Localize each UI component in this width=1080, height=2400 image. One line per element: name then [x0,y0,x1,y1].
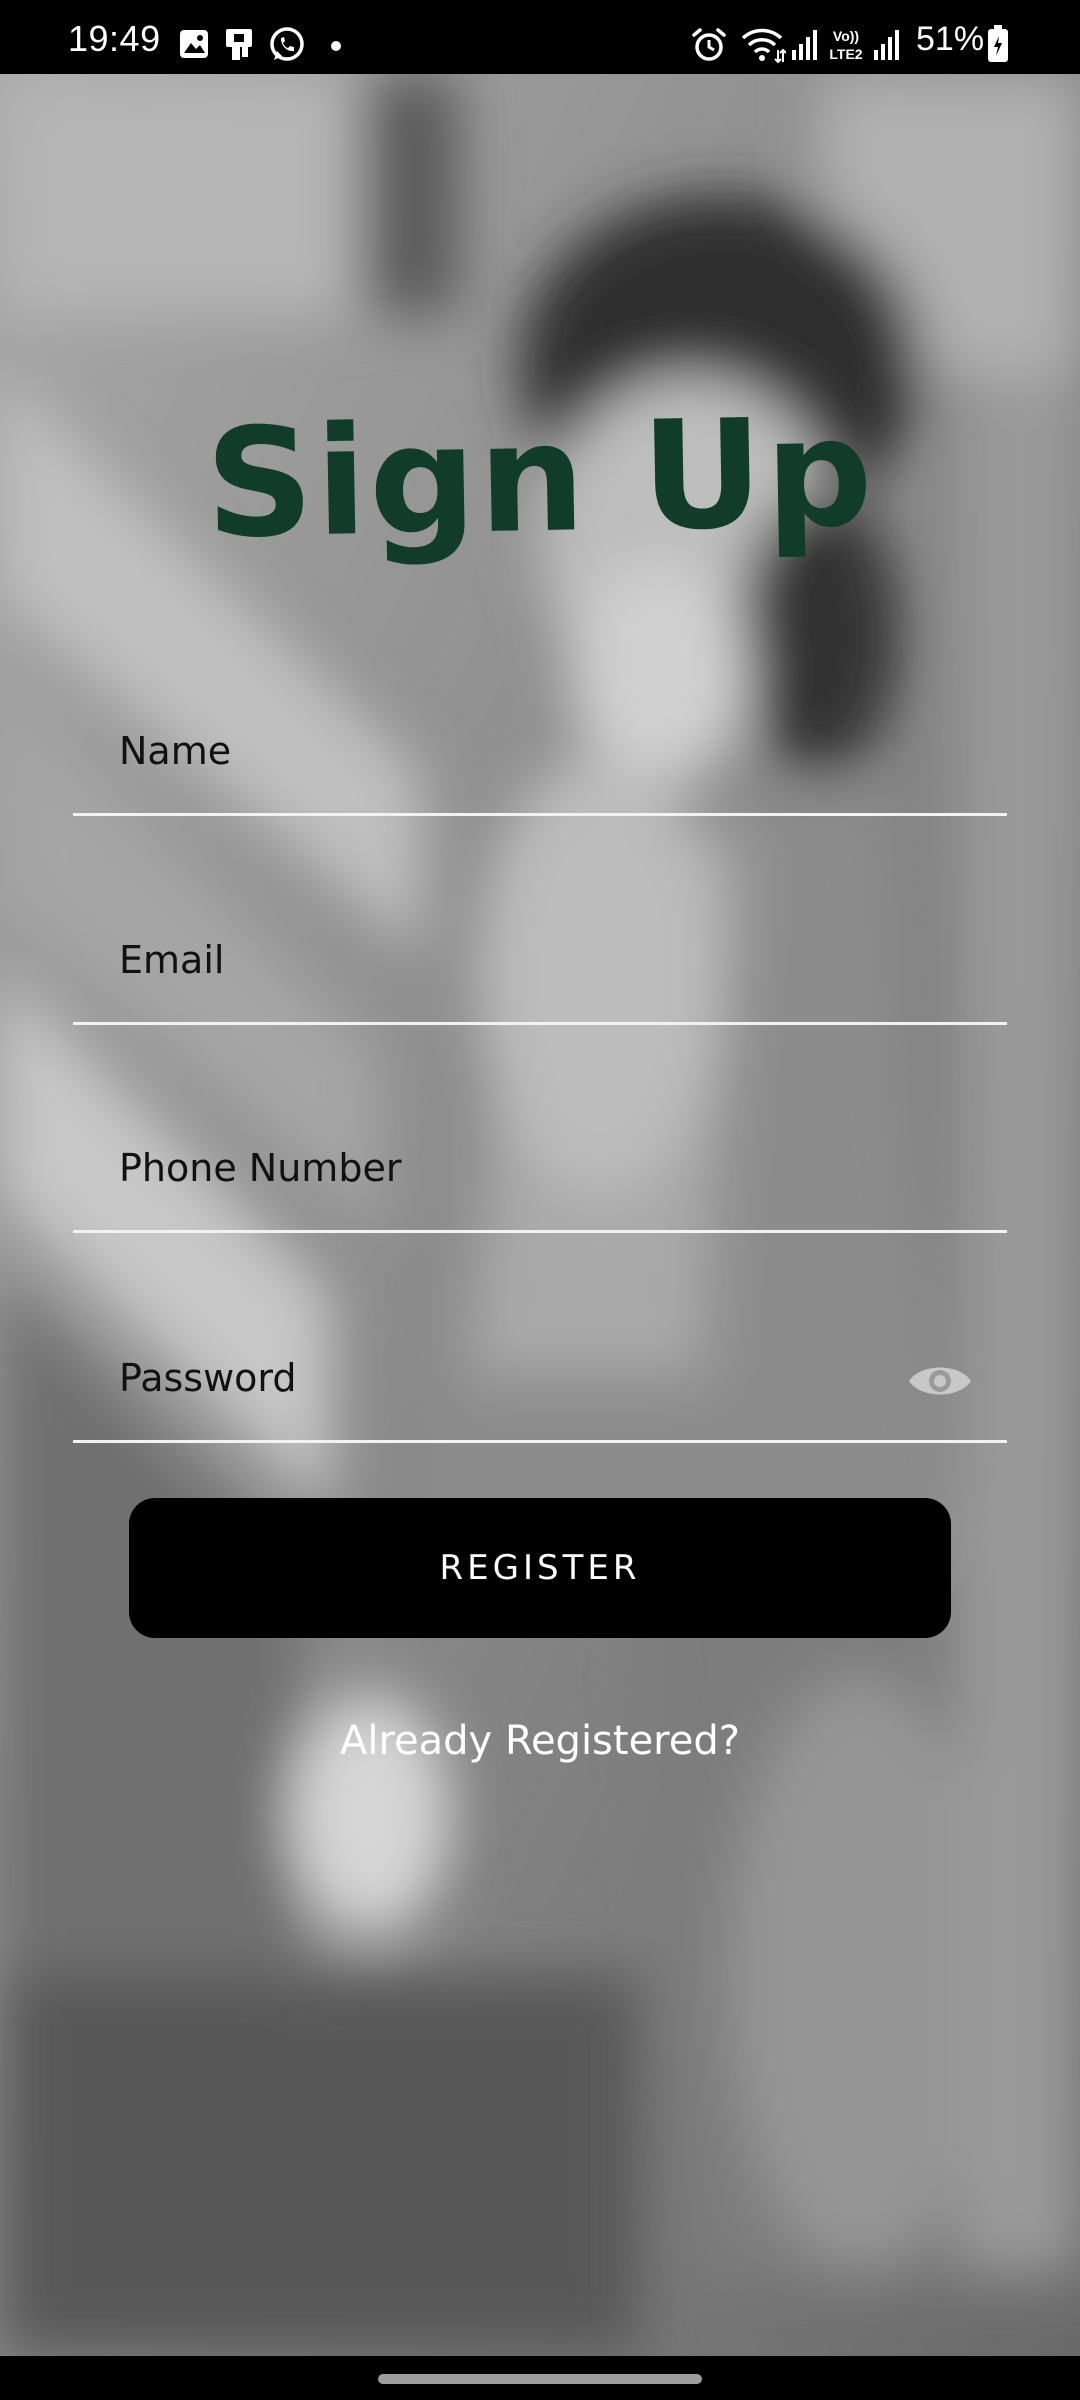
status-time: 19:49 [68,18,161,59]
signup-screen: 19:49 Vo)) LTE2 51% Sign Up Name Email P… [0,0,1080,2400]
volte-icon: Vo)) LTE2 [829,28,862,62]
signal-icon [792,30,817,60]
svg-text:LTE2: LTE2 [829,46,862,62]
phone-number-field-label: Phone Number [119,1146,402,1190]
already-registered-link[interactable]: Already Registered? [0,1718,1080,1764]
battery-icon [988,25,1008,62]
wifi-icon [741,28,786,64]
svg-text:Vo)): Vo)) [833,28,859,44]
alarm-icon [692,28,726,61]
navigation-bar [0,2356,1080,2400]
register-button[interactable]: REGISTER [129,1498,951,1638]
page-title: Sign Up [204,386,876,572]
dot-icon [331,41,341,51]
eye-icon[interactable] [907,1360,973,1402]
email-field[interactable]: Email [73,902,1007,1025]
password-field-label: Password [119,1356,297,1400]
name-field-label: Name [119,729,232,773]
signal-icon [874,30,899,60]
home-indicator[interactable] [378,2374,702,2384]
gallery-icon [180,30,208,58]
battery-percent: 51% [916,20,985,58]
phone-number-field[interactable]: Phone Number [73,1110,1007,1233]
email-field-label: Email [119,938,225,982]
password-field[interactable]: Password [73,1320,1007,1443]
whatsapp-icon [270,27,304,61]
name-field[interactable]: Name [73,693,1007,816]
sim-icon [226,29,252,60]
status-bar: 19:49 Vo)) LTE2 51% [0,0,1080,74]
